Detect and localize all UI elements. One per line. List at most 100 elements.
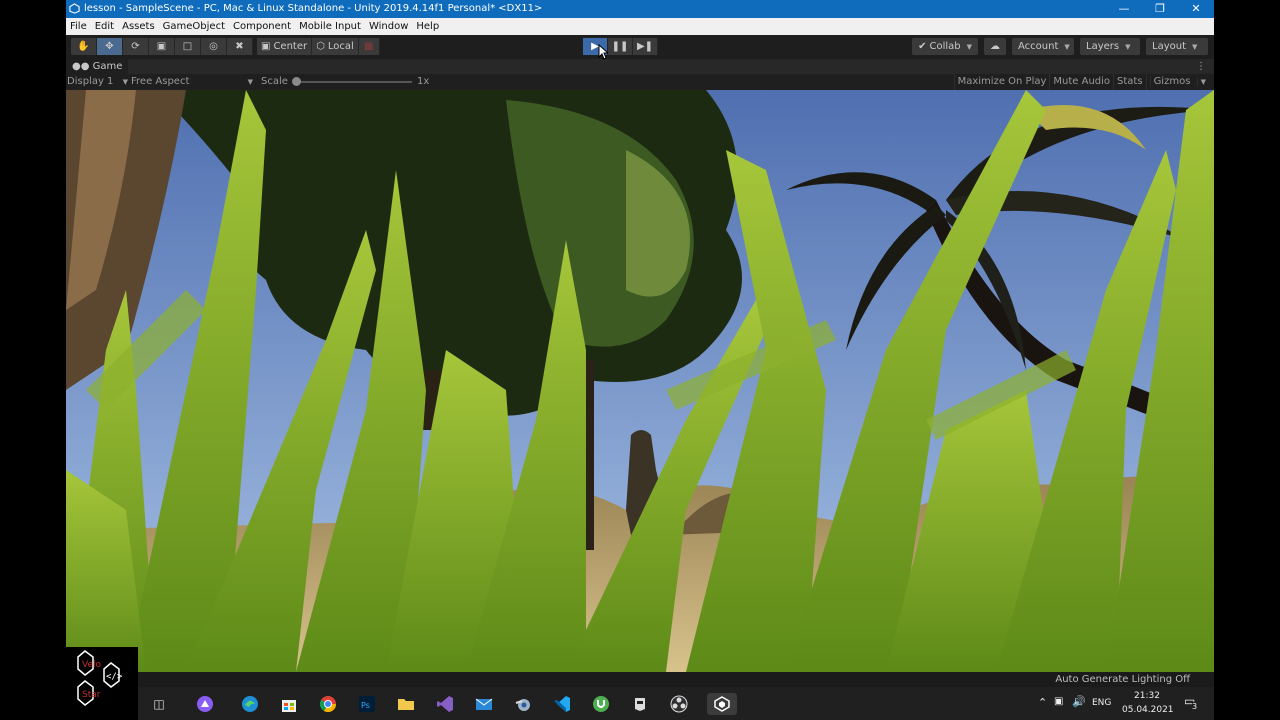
menu-assets[interactable]: Assets [118, 18, 159, 35]
pause-button-icon[interactable]: ❚❚ [608, 38, 633, 55]
chevron-down-icon: ▼ [1192, 42, 1198, 51]
logo-text-top: Velo [82, 660, 101, 670]
layout-dropdown[interactable]: Layout ▼ [1146, 38, 1208, 55]
layers-dropdown[interactable]: Layers ▼ [1080, 38, 1140, 55]
file-explorer-icon[interactable] [395, 693, 417, 715]
menu-edit[interactable]: Edit [91, 18, 118, 35]
vscode-icon[interactable] [551, 693, 573, 715]
gamepad-icon: ●● [72, 61, 93, 72]
photoshop-icon[interactable]: Ps [356, 693, 378, 715]
tab-game[interactable]: ●● Game [66, 59, 129, 74]
hexagon-logo-icon: Velo Star </> [77, 650, 123, 706]
lighting-status: Auto Generate Lighting Off [1055, 674, 1190, 685]
volume-icon[interactable]: 🔊 [1072, 695, 1086, 708]
cloud-button[interactable]: ☁ [984, 38, 1006, 55]
close-icon[interactable]: ✕ [1178, 0, 1214, 18]
rect-tool-icon[interactable]: □ [175, 38, 201, 55]
gizmos-dropdown[interactable]: Gizmos ▼ [1145, 74, 1212, 90]
mouse-cursor-icon [598, 44, 608, 60]
chevron-down-icon: ▼ [1064, 42, 1070, 51]
notification-count: 3 [1192, 702, 1198, 711]
clock-date[interactable]: 05.04.2021 [1122, 705, 1174, 715]
network-icon[interactable]: ▣ [1054, 696, 1063, 707]
scale-slider-track[interactable] [296, 81, 412, 83]
step-button-icon[interactable]: ▶❚ [633, 38, 658, 55]
system-tray: ⌃ ▣ 🔊 ENG 21:32 05.04.2021 ▭ 3 [1034, 687, 1214, 720]
epic-launcher-icon[interactable] [629, 693, 651, 715]
aspect-dropdown[interactable]: Free Aspect ▼ [131, 74, 253, 90]
mute-audio-toggle[interactable]: Mute Audio [1049, 74, 1113, 90]
menu-window[interactable]: Window [365, 18, 412, 35]
restore-icon[interactable]: ❐ [1142, 0, 1178, 18]
account-dropdown[interactable]: Account ▼ [1012, 38, 1074, 55]
title-bar: lesson - SampleScene - PC, Mac & Linux S… [66, 0, 1214, 18]
check-icon: ✔ [918, 41, 927, 52]
chevron-down-icon: ▼ [1196, 78, 1209, 86]
stats-toggle[interactable]: Stats [1113, 74, 1146, 90]
menu-file[interactable]: File [66, 18, 91, 35]
display-dropdown[interactable]: Display 1 ▼ [67, 74, 128, 90]
torrent-icon[interactable] [590, 693, 612, 715]
pivot-icon: ▣ [261, 41, 271, 52]
language-indicator[interactable]: ENG [1092, 698, 1111, 708]
chevron-down-icon: ▼ [247, 78, 253, 86]
code-icon: </> [106, 672, 123, 682]
hand-tool-icon[interactable]: ✋ [71, 38, 97, 55]
maximize-on-play-toggle[interactable]: Maximize On Play [953, 74, 1050, 90]
chevron-down-icon: ▼ [966, 42, 972, 51]
aspect-label: Free Aspect [131, 76, 190, 87]
chevron-up-icon[interactable]: ⌃ [1038, 696, 1047, 709]
transform-tool-icon[interactable]: ◎ [201, 38, 227, 55]
window-title: lesson - SampleScene - PC, Mac & Linux S… [84, 3, 543, 14]
unity-logo-icon [69, 3, 80, 14]
unity-window: lesson - SampleScene - PC, Mac & Linux S… [66, 0, 1214, 687]
cube-icon: ⬡ [316, 41, 325, 52]
custom-tool-icon[interactable]: ✖ [227, 38, 253, 55]
menu-component[interactable]: Component [229, 18, 295, 35]
collab-dropdown[interactable]: ✔ Collab ▼ [912, 38, 978, 55]
menu-gameobject[interactable]: GameObject [159, 18, 229, 35]
snap-grid-icon[interactable]: ▦ [359, 38, 380, 55]
pivot-space-button[interactable]: ⬡ Local [312, 38, 359, 55]
logo-text-bottom: Star [82, 690, 101, 700]
move-tool-icon[interactable]: ✥ [97, 38, 123, 55]
tab-game-label: Game [92, 61, 123, 72]
rotate-tool-icon[interactable]: ⟳ [123, 38, 149, 55]
layers-label: Layers [1086, 41, 1120, 52]
blender-app-icon[interactable] [512, 693, 534, 715]
svg-text:Ps: Ps [361, 701, 370, 710]
assistant-app-icon[interactable] [194, 693, 216, 715]
chrome-icon[interactable] [317, 693, 339, 715]
status-bar: Auto Generate Lighting Off [66, 672, 1214, 687]
unity-taskbar-icon[interactable] [707, 693, 737, 715]
tab-menu-icon[interactable]: ⋮ [1196, 59, 1206, 74]
minimize-icon[interactable]: — [1106, 0, 1142, 18]
cloud-icon: ☁ [990, 41, 1000, 52]
scale-slider-handle[interactable] [292, 77, 301, 86]
chevron-down-icon: ▼ [1125, 42, 1131, 51]
visual-studio-icon[interactable] [434, 693, 456, 715]
game-view-viewport[interactable] [66, 90, 1214, 672]
obs-icon[interactable] [668, 693, 690, 715]
mail-icon[interactable] [473, 693, 495, 715]
chevron-down-icon: ▼ [122, 78, 128, 86]
pivot-center-button[interactable]: ▣ Center [257, 38, 313, 55]
clock-time[interactable]: 21:32 [1122, 691, 1172, 701]
edge-browser-icon[interactable] [239, 693, 261, 715]
account-label: Account [1018, 41, 1059, 52]
game-scene-image [66, 90, 1214, 672]
space-label: Local [327, 41, 354, 52]
scale-tool-icon[interactable]: ▣ [149, 38, 175, 55]
right-toolbar: ✔ Collab ▼ ☁ Account ▼ Layers ▼ Layout ▼ [912, 38, 1208, 55]
layout-label: Layout [1152, 41, 1186, 52]
task-view-icon[interactable]: ◫ [148, 693, 170, 715]
store-icon[interactable] [278, 693, 300, 715]
game-view-options: Maximize On Play Mute Audio Stats Gizmos… [953, 74, 1212, 90]
scale-value: 1x [417, 76, 430, 87]
windows-taskbar: ◫ Ps ⌃ ▣ 🔊 ENG 21:32 05.04.2021 ▭ 3 [138, 687, 1214, 720]
pivot-tools: ▣ Center ⬡ Local ▦ [257, 38, 380, 55]
menu-help[interactable]: Help [412, 18, 443, 35]
menu-mobile-input[interactable]: Mobile Input [295, 18, 365, 35]
display-label: Display 1 [67, 76, 114, 87]
channel-logo: Velo Star </> [66, 647, 138, 711]
